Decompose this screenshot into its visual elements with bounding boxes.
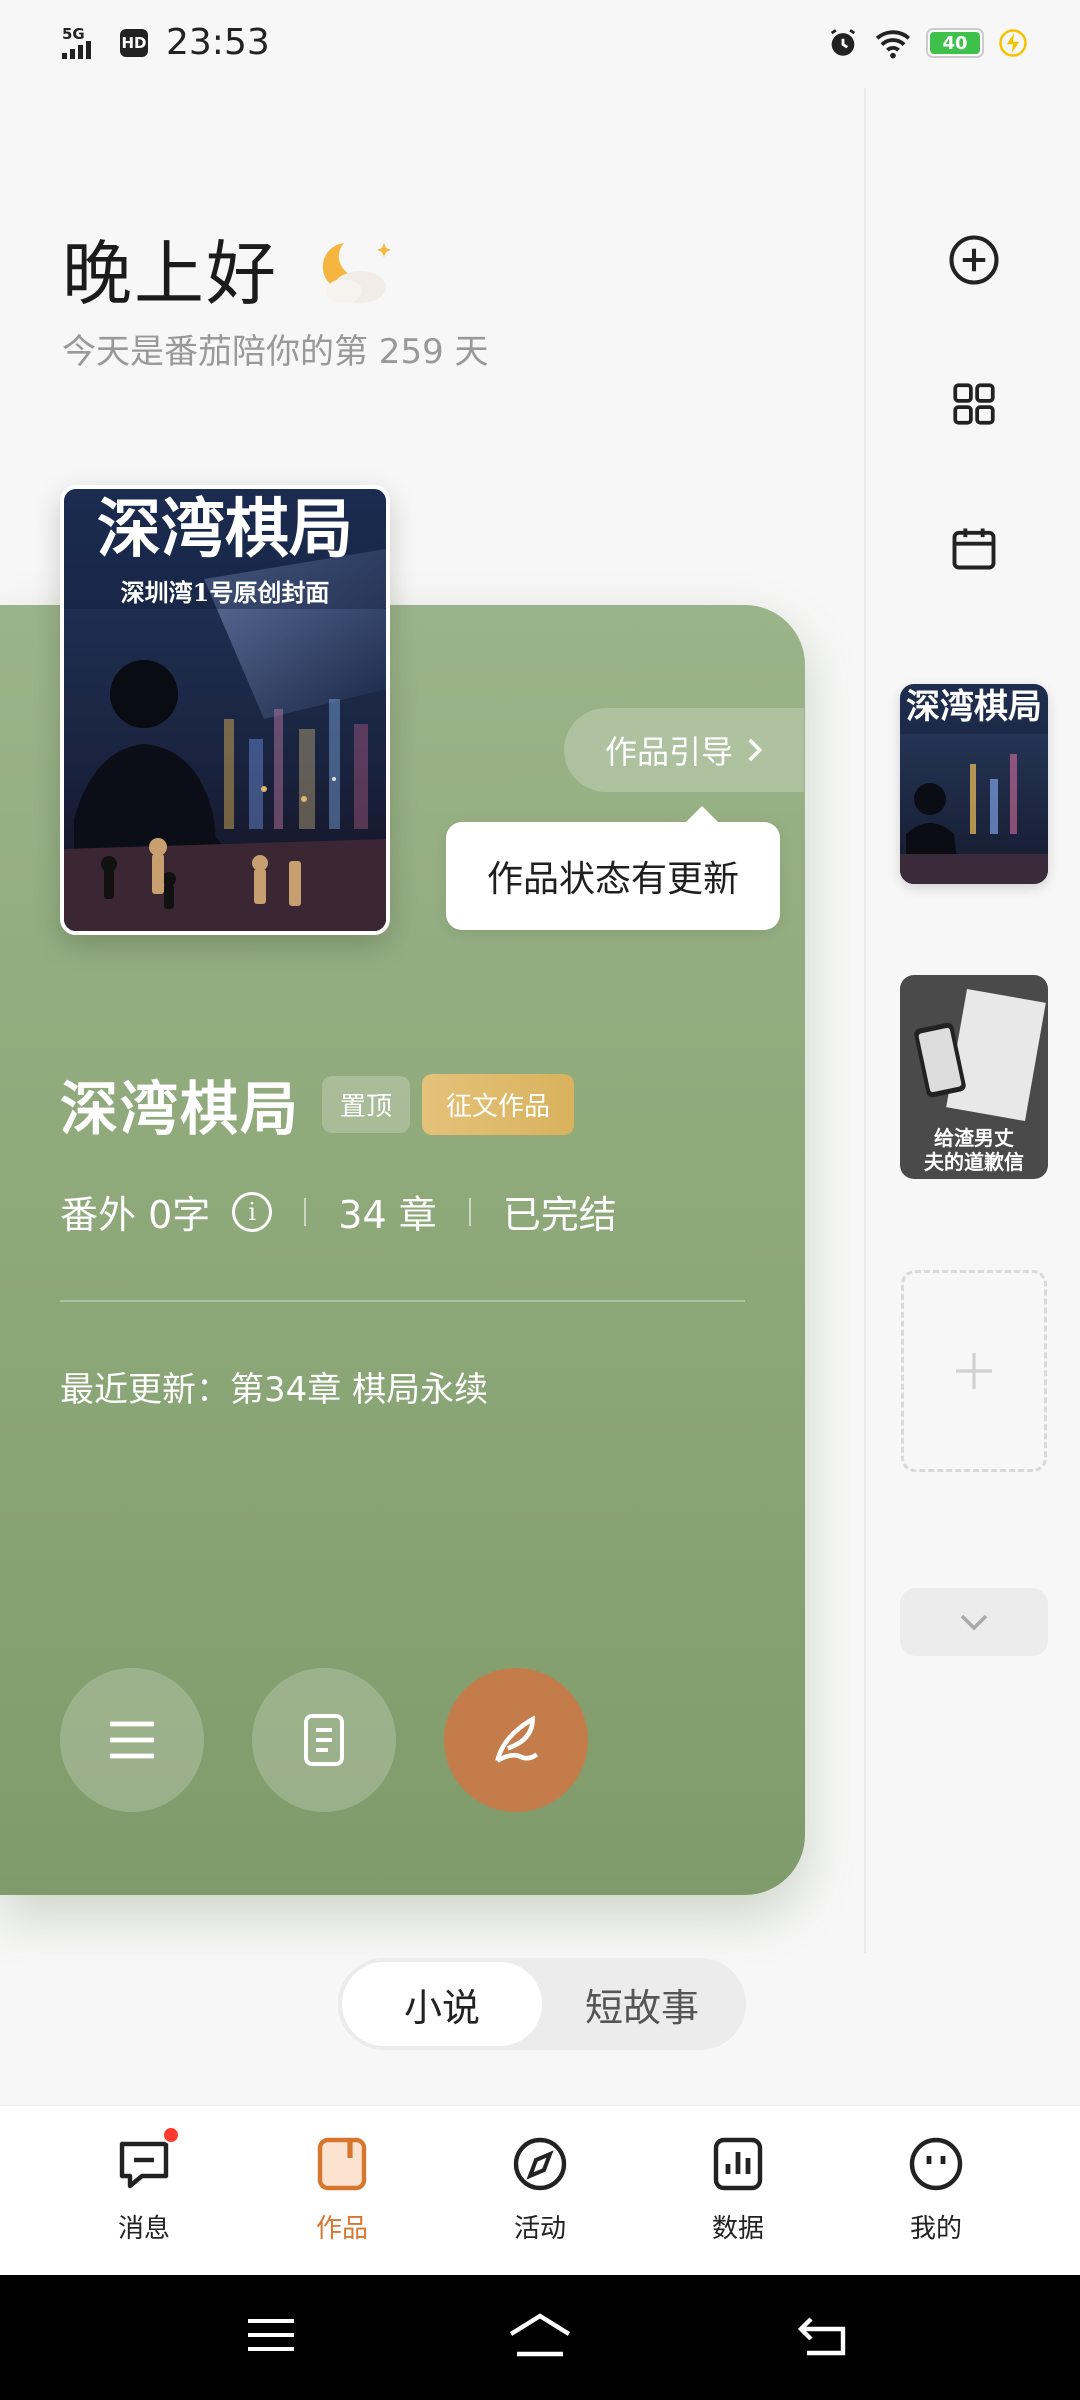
rail-cover-second-line2: 夫的道歉信 <box>924 1150 1024 1174</box>
meta-separator <box>468 1197 471 1226</box>
moon-cloud-icon <box>304 229 400 309</box>
back-button[interactable] <box>788 2305 858 2365</box>
compass-icon <box>508 2132 572 2196</box>
tab-label: 我的 <box>909 2214 962 2244</box>
tab-label: 消息 <box>117 2214 170 2244</box>
add-work-button[interactable] <box>938 224 1010 296</box>
plus-circle-icon <box>949 235 999 285</box>
chevron-down-icon <box>960 1614 988 1631</box>
extra-word-count: 番外 0字 <box>60 1193 211 1237</box>
meta-separator <box>304 1197 307 1226</box>
greeting-subtitle: 今天是番茄陪你的第 259 天 <box>62 332 489 372</box>
grid-view-button[interactable] <box>938 368 1010 440</box>
card-divider <box>60 1300 745 1302</box>
tab-data[interactable]: 数据 <box>639 2106 837 2275</box>
recent-apps-button[interactable] <box>236 2305 306 2365</box>
rail-cover-title: 深湾棋局 <box>906 687 1042 727</box>
cellular-signal-icon: 5G <box>62 25 110 61</box>
hd-icon: HD <box>120 28 148 57</box>
chart-icon <box>706 2132 770 2196</box>
grid-icon <box>953 383 995 425</box>
tab-label: 数据 <box>711 2214 764 2244</box>
menu-icon <box>110 1721 154 1759</box>
tab-activities[interactable]: 活动 <box>441 2106 639 2275</box>
pinned-badge: 置顶 <box>322 1075 411 1133</box>
notification-dot <box>162 2126 180 2144</box>
work-meta: 番外 0字 i 34 章 已完结 <box>60 1184 617 1239</box>
recent-update[interactable]: 最近更新： 第34章 棋局永续 <box>60 1362 488 1411</box>
home-icon <box>509 2313 571 2357</box>
back-icon <box>797 2317 846 2356</box>
info-icon[interactable]: i <box>232 1191 273 1232</box>
book-title[interactable]: 深湾棋局 <box>60 1062 300 1146</box>
completion-status: 已完结 <box>502 1193 617 1237</box>
calendar-button[interactable] <box>938 512 1010 584</box>
work-guide-label: 作品引导 <box>604 733 733 771</box>
document-icon <box>304 1714 344 1766</box>
rail-cover-second[interactable]: 给渣男丈 夫的道歉信 <box>900 975 1048 1179</box>
recent-update-label: 最近更新： <box>60 1370 230 1410</box>
main-cover-title: 深湾棋局 <box>97 493 353 567</box>
home-button[interactable] <box>505 2305 575 2365</box>
segment-novel[interactable]: 小说 <box>342 1962 542 2046</box>
tab-profile[interactable]: 我的 <box>837 2106 1035 2275</box>
add-book-slot[interactable] <box>901 1270 1047 1472</box>
message-icon <box>112 2126 180 2196</box>
tab-works[interactable]: 作品 <box>243 2106 441 2275</box>
tab-messages[interactable]: 消息 <box>45 2106 243 2275</box>
book-title-row: 深湾棋局 置顶 征文作品 <box>60 1062 575 1146</box>
chevron-right-icon <box>748 738 763 762</box>
menu-lines-icon <box>248 2319 294 2351</box>
menu-button[interactable] <box>60 1668 204 1812</box>
calendar-icon <box>952 528 996 570</box>
expand-more-button[interactable] <box>900 1588 1048 1656</box>
status-time: 23:53 <box>166 22 270 63</box>
rail-divider <box>864 88 866 1953</box>
battery-level: 40 <box>930 32 980 54</box>
rail-cover-second-line1: 给渣男丈 <box>934 1126 1014 1150</box>
main-cover-subtitle: 深圳湾1号原创封面 <box>121 578 330 607</box>
status-bar: 5G HD 23:53 40 <box>0 0 1080 90</box>
recent-update-chapter: 第34章 棋局永续 <box>230 1370 489 1410</box>
work-guide-button[interactable]: 作品引导 <box>564 708 804 792</box>
bottom-tab-bar: 消息 作品 活动 数据 我的 <box>0 2105 1080 2275</box>
quill-icon <box>495 1715 539 1763</box>
greeting: 晚上好 <box>62 218 400 319</box>
alarm-icon <box>830 29 856 56</box>
tab-label: 作品 <box>315 2214 368 2244</box>
manage-chapters-button[interactable] <box>252 1668 396 1812</box>
write-button[interactable] <box>444 1668 588 1812</box>
content-type-switch: 小说 短故事 <box>338 1958 746 2050</box>
rail-cover-current[interactable]: 深湾棋局 <box>900 684 1048 884</box>
greeting-title: 晚上好 <box>62 233 278 315</box>
plus-icon <box>956 1353 992 1389</box>
tooltip-text: 作品状态有更新 <box>486 859 739 900</box>
segment-short-story[interactable]: 短故事 <box>542 1962 742 2046</box>
system-navigation-bar <box>0 2275 1080 2400</box>
wifi-icon <box>875 30 911 59</box>
status-update-tooltip[interactable]: 作品状态有更新 <box>446 806 780 930</box>
tab-label: 活动 <box>513 2214 566 2244</box>
works-icon <box>310 2132 374 2196</box>
charging-icon <box>999 29 1027 57</box>
profile-icon <box>904 2132 968 2196</box>
chapter-count: 34 章 <box>338 1193 437 1237</box>
main-book-cover[interactable]: 深湾棋局 深圳湾1号原创封面 <box>60 485 390 935</box>
contest-badge: 征文作品 <box>422 1073 575 1135</box>
battery-icon: 40 <box>926 28 984 58</box>
